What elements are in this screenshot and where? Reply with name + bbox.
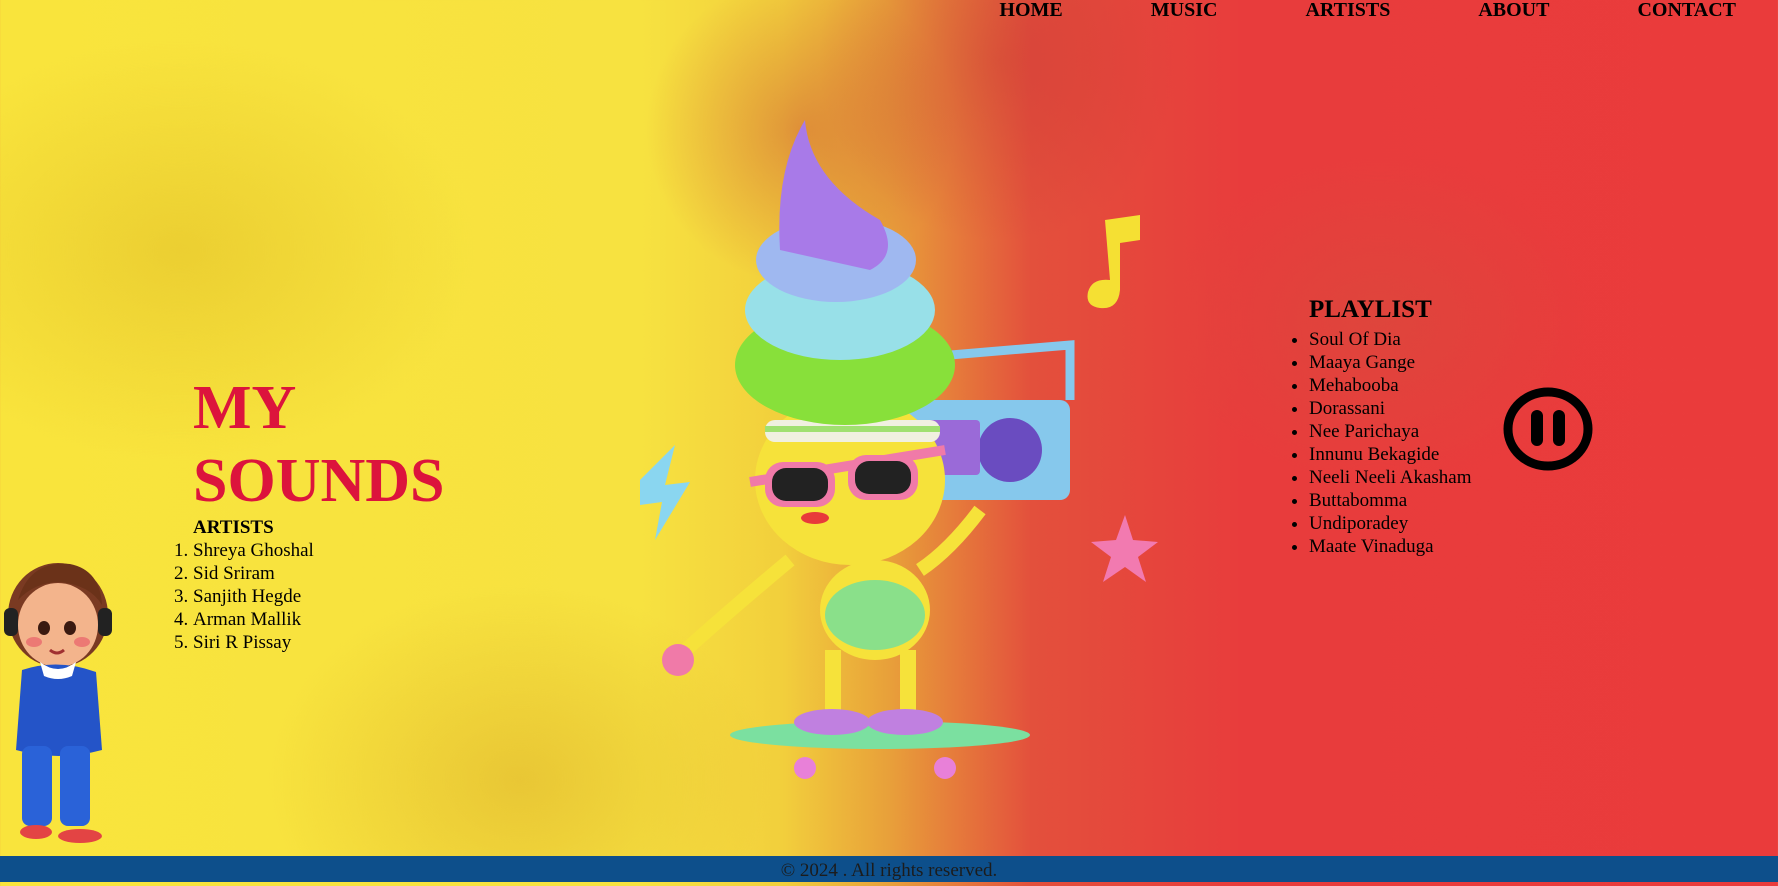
artists-heading: ARTISTS	[193, 517, 274, 538]
pause-icon	[1503, 387, 1593, 471]
playlist-item[interactable]: Undiporadey	[1309, 512, 1472, 535]
playlist-item[interactable]: Nee Parichaya	[1309, 420, 1472, 443]
list-item: Sanjith Hegde	[193, 585, 314, 608]
nav-about[interactable]: ABOUT	[1478, 0, 1549, 24]
boy-with-headphones-illustration	[4, 563, 112, 843]
playlist-item[interactable]: Maaya Gange	[1309, 351, 1472, 374]
nav-music[interactable]: MUSIC	[1151, 0, 1218, 24]
list-item: Shreya Ghoshal	[193, 539, 314, 562]
nav-artists[interactable]: ARTISTS	[1305, 0, 1390, 24]
playlist-item[interactable]: Neeli Neeli Akasham	[1309, 466, 1472, 489]
title-line-2: SOUNDS	[193, 447, 445, 515]
playlist-item[interactable]: Buttabomma	[1309, 489, 1472, 512]
top-nav: HOME MUSIC ARTISTS ABOUT CONTACT	[999, 0, 1736, 24]
list-item: Arman Mallik	[193, 608, 314, 631]
list-item: Sid Sriram	[193, 562, 314, 585]
footer: © 2024 . All rights reserved.	[0, 856, 1778, 882]
playlist-item[interactable]: Innunu Bekagide	[1309, 443, 1472, 466]
playlist-item[interactable]: Soul Of Dia	[1309, 328, 1472, 351]
playlist-list: Soul Of Dia Maaya Gange Mehabooba Dorass…	[1269, 328, 1472, 558]
copyright-text: © 2024 . All rights reserved.	[780, 860, 998, 881]
nav-home[interactable]: HOME	[999, 0, 1062, 24]
ice-cream-mascot-illustration	[640, 120, 1158, 779]
title-line-1: MY	[193, 374, 297, 442]
page-title: MY SOUNDS	[193, 372, 445, 518]
pause-button[interactable]	[1502, 386, 1594, 472]
playlist-item[interactable]: Mehabooba	[1309, 374, 1472, 397]
artists-list: Shreya Ghoshal Sid Sriram Sanjith Hegde …	[153, 539, 314, 654]
playlist-heading: PLAYLIST	[1309, 296, 1432, 323]
list-item: Siri R Pissay	[193, 631, 314, 654]
playlist-item[interactable]: Dorassani	[1309, 397, 1472, 420]
nav-contact[interactable]: CONTACT	[1637, 0, 1736, 24]
playlist-item[interactable]: Maate Vinaduga	[1309, 535, 1472, 558]
